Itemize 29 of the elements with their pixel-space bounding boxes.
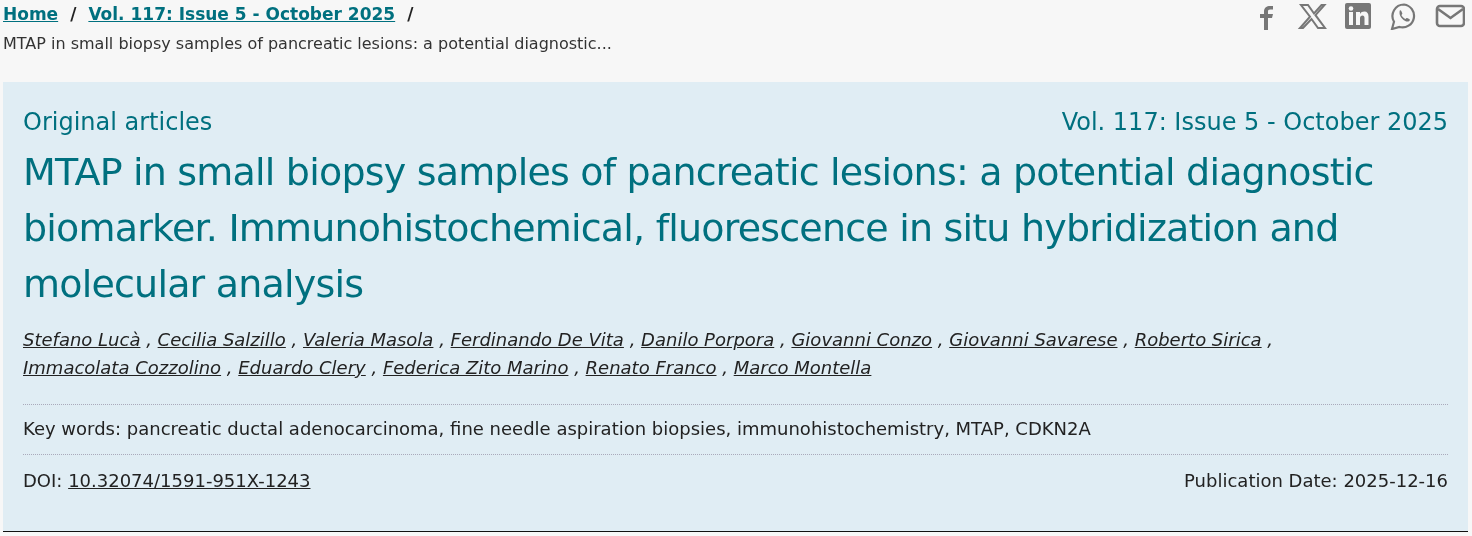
author-link[interactable]: Renato Franco xyxy=(585,357,717,378)
author-link[interactable]: Cecilia Salzillo xyxy=(157,329,286,350)
doi-link[interactable]: 10.32074/1591-951X-1243 xyxy=(68,470,311,491)
section-label: Original articles xyxy=(23,107,213,138)
x-logo-icon[interactable] xyxy=(1297,2,1327,30)
breadcrumb-link[interactable]: Vol. 117: Issue 5 - October 2025 xyxy=(88,4,396,24)
author-link[interactable]: Federica Zito Marino xyxy=(382,357,569,378)
author-link[interactable]: Eduardo Clery xyxy=(238,357,366,378)
breadcrumb-separator: / xyxy=(70,3,77,26)
keywords-text: Key words: pancreatic ductal adenocarcinoma, fine needle aspiration biopsies, immunohistochemistry, MTAP, CDKN2A xyxy=(23,405,1448,455)
author-link[interactable]: Danilo Porpora xyxy=(641,329,775,350)
author-link[interactable]: Marco Montella xyxy=(733,357,872,378)
author-link[interactable]: Roberto Sirica xyxy=(1134,329,1262,350)
author-list: Stefano Lucà , Cecilia Salzillo , Valeria Masola , Ferdinando De Vita , Danilo Porpora , Giovanni Conzo , Giovanni Savarese , Roberto Sirica , Immacolata Cozzolino , Eduardo Clery , Federica Zito Marino , Renato Franco , Marco Montella xyxy=(23,326,1448,405)
author-link[interactable]: Ferdinando De Vita xyxy=(450,329,624,350)
breadcrumb-separator: / xyxy=(407,3,414,26)
issue-label: Vol. 117: Issue 5 - October 2025 xyxy=(1061,107,1448,138)
article-title: MTAP in small biopsy samples of pancreatic lesions: a potential diagnostic biomarker. Immunohistochemical, fluorescence in situ hybridization and molecular analysis xyxy=(23,149,1375,308)
author-link[interactable]: Stefano Lucà xyxy=(23,329,141,350)
author-link[interactable]: Giovanni Conzo xyxy=(791,329,933,350)
author-link[interactable]: Giovanni Savarese xyxy=(949,329,1118,350)
current-page-title: MTAP in small biopsy samples of pancreatic lesions: a potential diagnostic... xyxy=(3,32,612,55)
author-link[interactable]: Valeria Masola xyxy=(303,329,434,350)
author-link[interactable]: Immacolata Cozzolino xyxy=(23,357,222,378)
breadcrumb-link[interactable]: Home xyxy=(3,4,59,24)
mail-icon[interactable] xyxy=(1435,2,1465,30)
doi-label: DOI: xyxy=(23,470,63,491)
publication-date: Publication Date: 2025-12-16 xyxy=(1184,469,1448,493)
linkedin-icon[interactable] xyxy=(1343,2,1373,30)
